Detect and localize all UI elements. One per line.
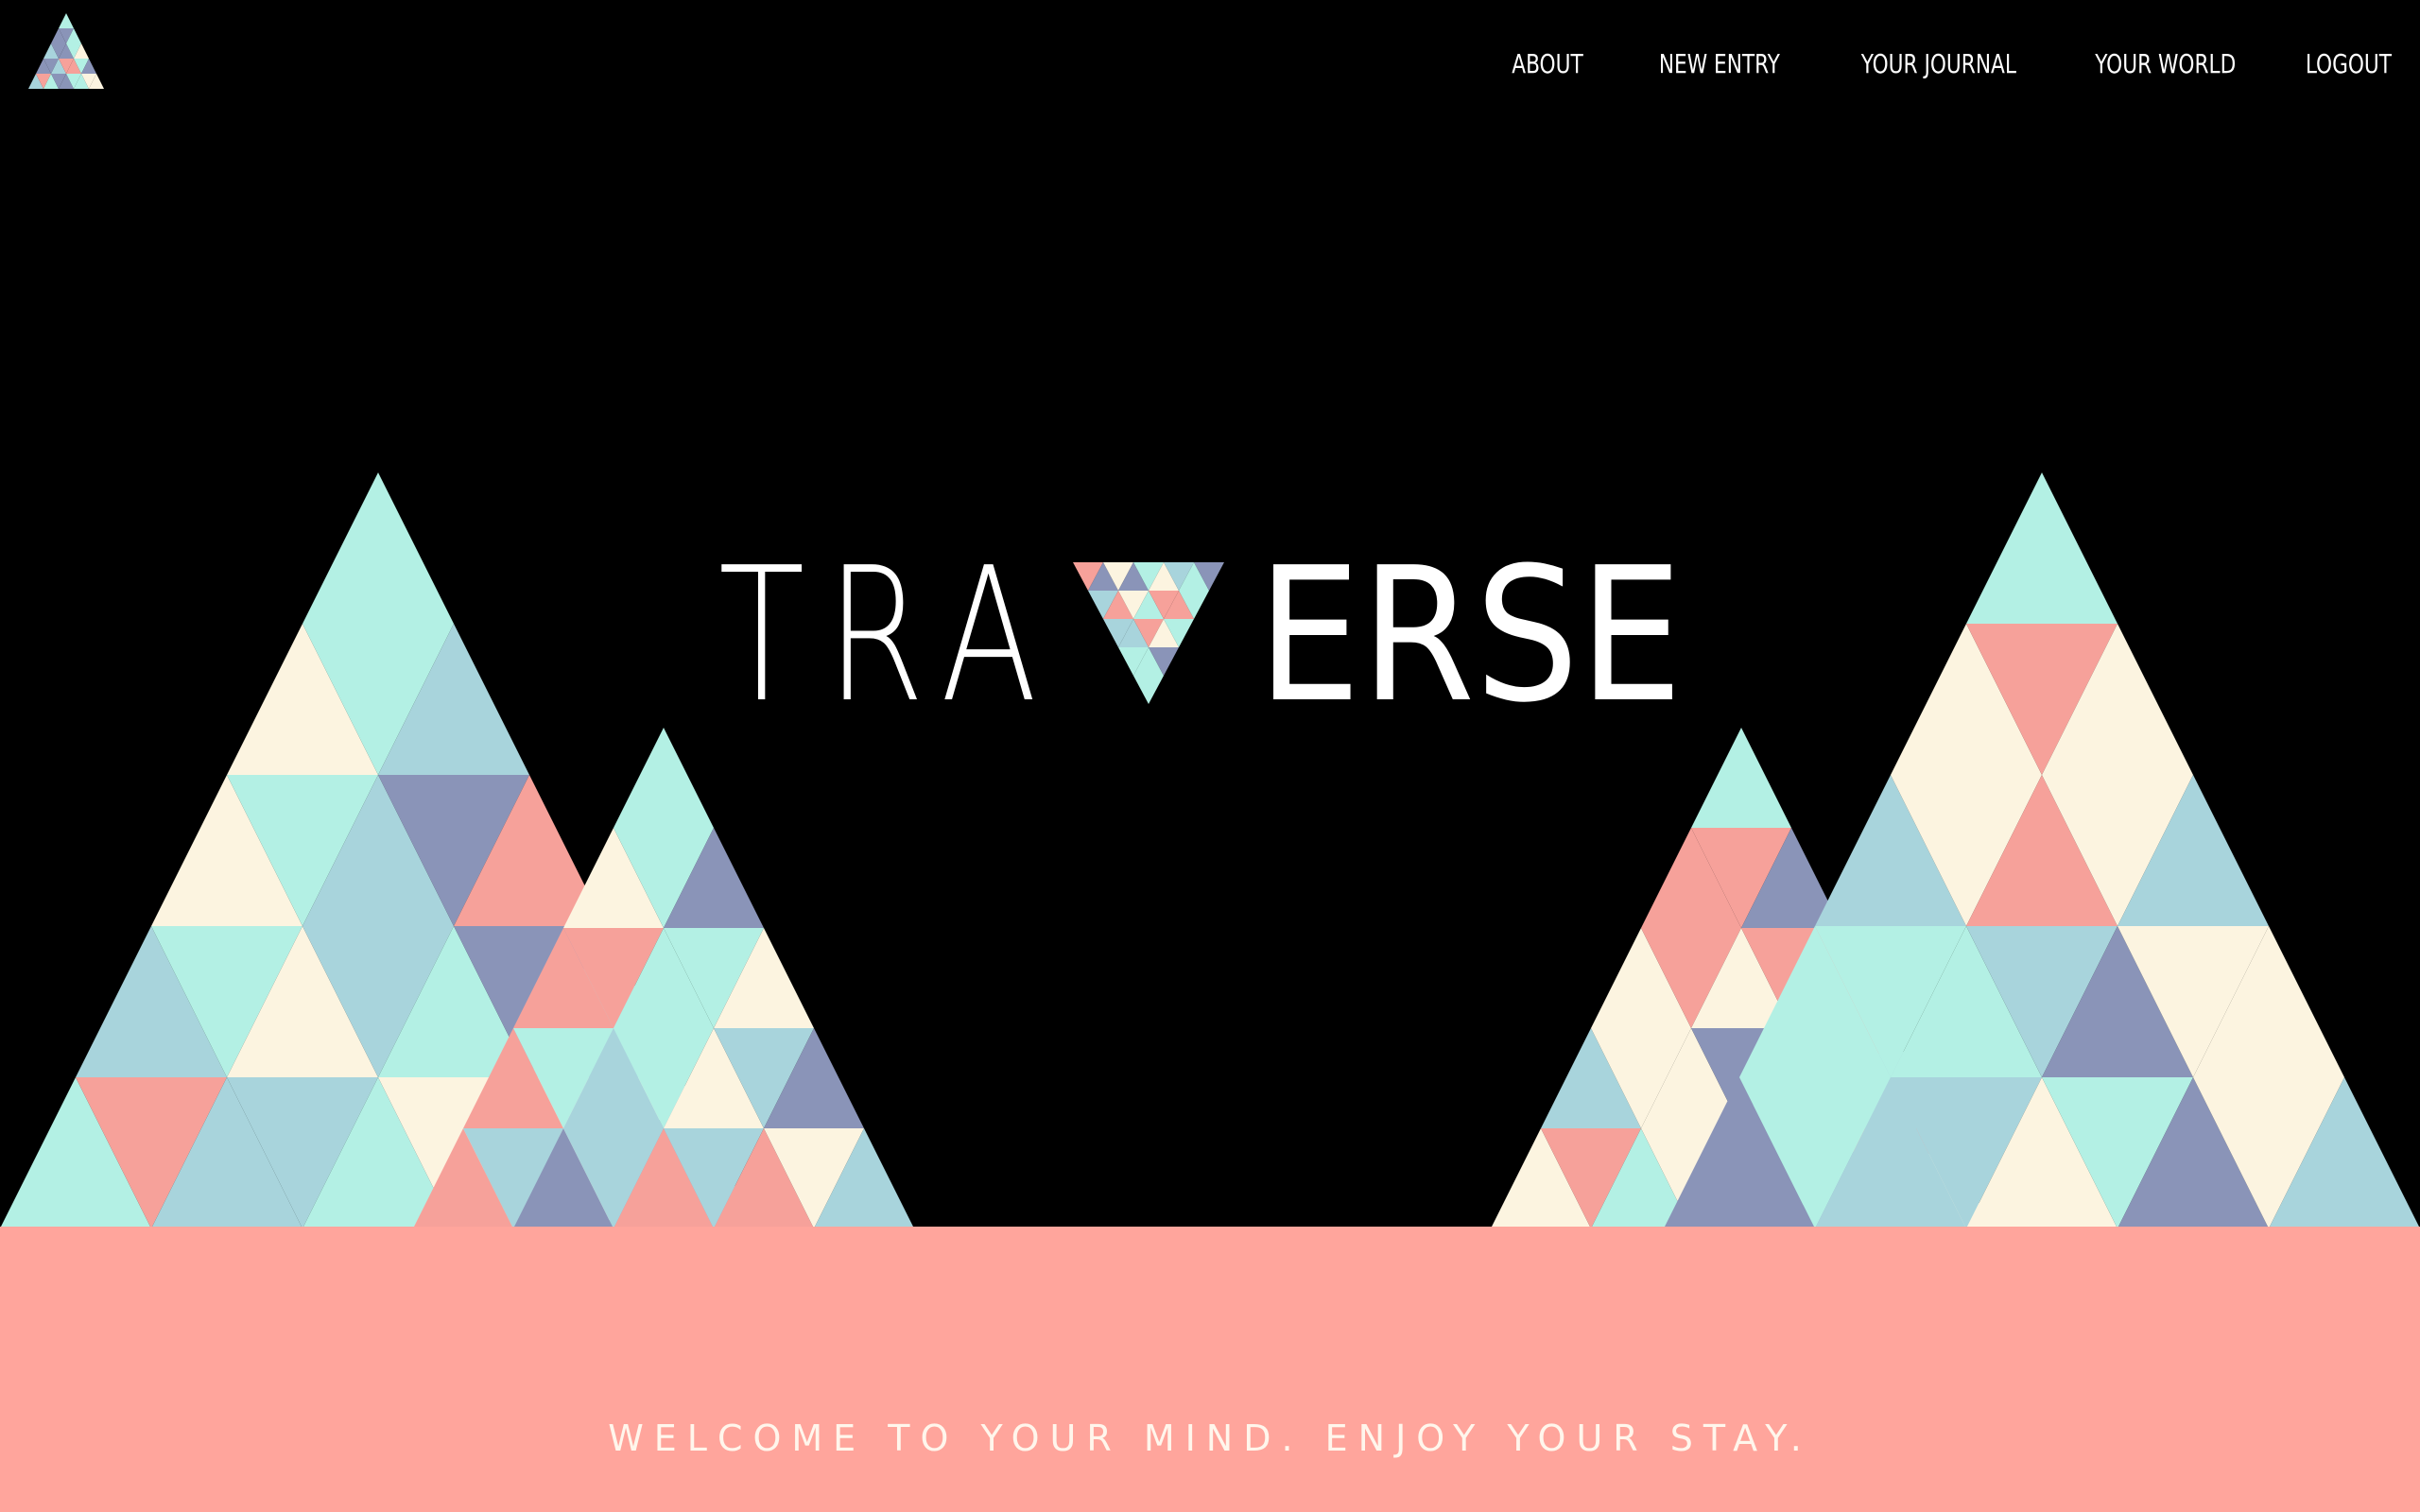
nav-logout-link[interactable]: LOGOUT <box>2306 47 2392 81</box>
title-text-right: ERSE <box>1257 548 1683 718</box>
title-v-triangle-icon <box>1073 562 1224 704</box>
traverse-title: TRA ERSE <box>718 548 1683 718</box>
traverse-logo-icon[interactable] <box>28 11 104 91</box>
nav-your-world-link[interactable]: YOUR WORLD <box>2095 47 2236 81</box>
top-navigation: ABOUT NEW ENTRY YOUR JOURNAL YOUR WORLD … <box>1444 47 2392 81</box>
mosaic-triangle <box>614 728 714 828</box>
nav-new-entry-link[interactable]: NEW ENTRY <box>1659 47 1780 81</box>
welcome-tagline: WELCOME TO YOUR MIND. ENJOY YOUR STAY. <box>608 1418 1812 1459</box>
mosaic-triangle <box>1691 728 1791 828</box>
nav-your-journal-link[interactable]: YOUR JOURNAL <box>1861 47 2016 81</box>
nav-about-link[interactable]: ABOUT <box>1512 47 1582 81</box>
footer-band <box>0 1227 2420 1512</box>
title-text-left: TRA <box>718 548 1059 718</box>
mosaic-triangle <box>302 472 454 624</box>
mosaic-triangle <box>1966 472 2118 624</box>
